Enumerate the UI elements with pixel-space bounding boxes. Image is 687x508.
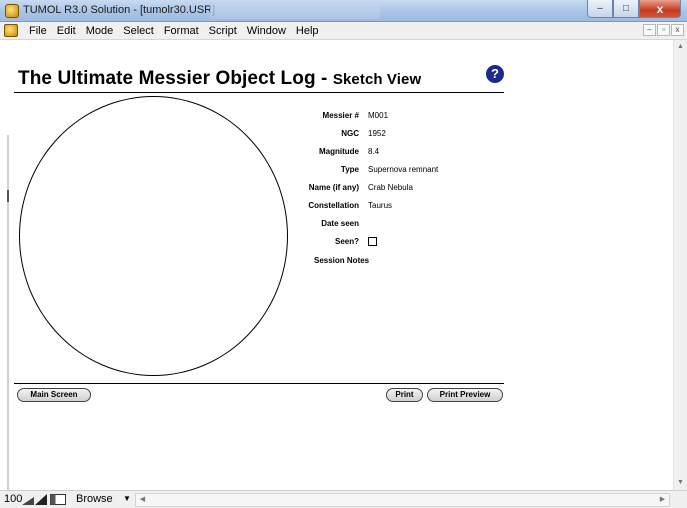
- field-label: NGC: [341, 129, 359, 138]
- field-messier-number: Messier # M001: [290, 110, 510, 128]
- document-controls: – ▫ x: [643, 24, 684, 36]
- scroll-down-arrow-icon[interactable]: ▼: [674, 476, 687, 490]
- scroll-right-arrow-icon[interactable]: ▶: [656, 494, 669, 506]
- title-divider: [14, 92, 504, 93]
- menu-file[interactable]: File: [24, 25, 52, 37]
- main-screen-button[interactable]: Main Screen: [17, 388, 91, 402]
- zoom-level[interactable]: 100: [4, 493, 22, 505]
- status-area-toggle-icon[interactable]: [50, 494, 66, 505]
- document-minimize-button[interactable]: –: [643, 24, 656, 36]
- menu-help[interactable]: Help: [291, 25, 324, 37]
- title-bar: TUMOL R3.0 Solution - [tumolr30.USR] – □…: [0, 0, 687, 22]
- zoom-in-icon[interactable]: [35, 494, 47, 505]
- menu-window[interactable]: Window: [242, 25, 291, 37]
- field-value[interactable]: Supernova remnant: [368, 165, 438, 174]
- field-constellation: Constellation Taurus: [290, 200, 510, 218]
- menu-mode[interactable]: Mode: [81, 25, 119, 37]
- maximize-button[interactable]: □: [613, 0, 639, 18]
- document-restore-button[interactable]: ▫: [657, 24, 670, 36]
- field-label: Type: [340, 165, 359, 174]
- horizontal-scrollbar[interactable]: ◀ ▶: [135, 493, 670, 507]
- window-title: TUMOL R3.0 Solution - [tumolr30.USR]: [23, 4, 216, 16]
- layout-content: The Ultimate Messier Object Log - Sketch…: [0, 40, 673, 508]
- print-preview-button[interactable]: Print Preview: [427, 388, 503, 402]
- scroll-left-arrow-icon[interactable]: ◀: [136, 494, 149, 506]
- field-seen: Seen?: [290, 236, 510, 254]
- sketch-area[interactable]: [19, 96, 288, 376]
- field-label: Date seen: [321, 219, 359, 228]
- window-controls: – □ x: [587, 0, 681, 19]
- field-value[interactable]: M001: [368, 111, 388, 120]
- close-button[interactable]: x: [639, 0, 681, 18]
- zoom-out-icon[interactable]: [22, 494, 34, 505]
- field-value[interactable]: Crab Nebula: [368, 183, 413, 192]
- menu-select[interactable]: Select: [118, 25, 159, 37]
- field-type: Type Supernova remnant: [290, 164, 510, 182]
- print-button[interactable]: Print: [386, 388, 423, 402]
- help-icon[interactable]: ?: [486, 65, 504, 83]
- field-ngc: NGC 1952: [290, 128, 510, 146]
- page-title: The Ultimate Messier Object Log - Sketch…: [18, 68, 421, 90]
- scroll-up-arrow-icon[interactable]: ▲: [674, 40, 687, 54]
- footer-divider: [14, 383, 504, 384]
- status-bar: 100 Browse ▼ ◀ ▶: [0, 490, 687, 508]
- object-details: Messier # M001 NGC 1952 Magnitude 8.4 Ty…: [290, 110, 510, 272]
- menu-format[interactable]: Format: [159, 25, 204, 37]
- field-label: Name (if any): [308, 183, 359, 192]
- field-label: Magnitude: [319, 147, 359, 156]
- field-value[interactable]: 8.4: [368, 147, 379, 156]
- page-title-text: The Ultimate Messier Object Log -: [18, 68, 333, 89]
- field-label: Constellation: [308, 201, 359, 210]
- page-subtitle: Sketch View: [332, 71, 422, 88]
- app-icon[interactable]: [5, 4, 19, 18]
- field-label: Messier #: [322, 111, 359, 120]
- field-session-notes: Session Notes: [290, 254, 510, 272]
- field-name: Name (if any) Crab Nebula: [290, 182, 510, 200]
- field-value[interactable]: 1952: [368, 129, 386, 138]
- menu-edit[interactable]: Edit: [52, 25, 81, 37]
- mode-selector[interactable]: Browse: [76, 493, 113, 505]
- layout-margin-tick: [7, 190, 9, 202]
- document-close-button[interactable]: x: [671, 24, 684, 36]
- field-label: Seen?: [334, 237, 359, 246]
- menu-bar: File Edit Mode Select Format Script Wind…: [0, 22, 687, 40]
- document-menu-icon[interactable]: [4, 24, 18, 37]
- seen-checkbox[interactable]: [368, 237, 377, 246]
- field-magnitude: Magnitude 8.4: [290, 146, 510, 164]
- title-bar-ghost: [210, 3, 380, 19]
- vertical-scrollbar[interactable]: ▲ ▼: [673, 40, 687, 490]
- session-notes-label: Session Notes: [314, 256, 370, 265]
- menu-script[interactable]: Script: [204, 25, 242, 37]
- minimize-button[interactable]: –: [587, 0, 613, 18]
- field-value[interactable]: Taurus: [368, 201, 392, 210]
- field-date-seen: Date seen: [290, 218, 510, 236]
- chevron-down-icon[interactable]: ▼: [123, 494, 131, 503]
